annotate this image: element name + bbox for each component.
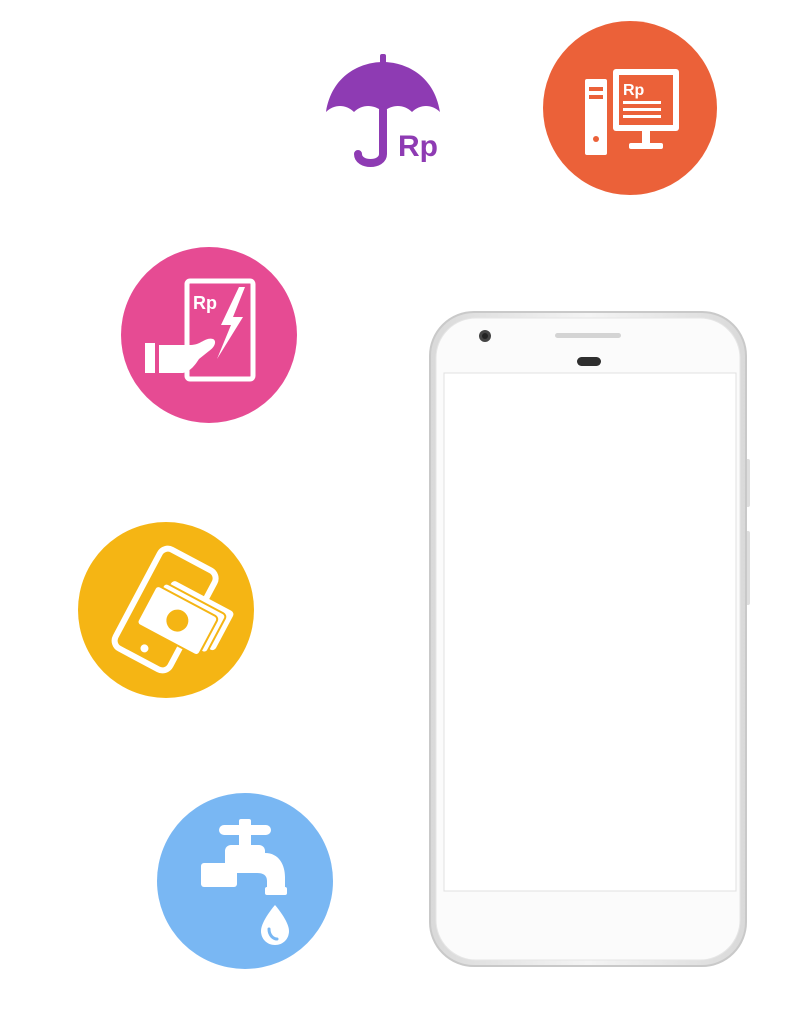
phone-screen [443,372,737,892]
water-tap-icon [157,793,333,969]
insurance-rp-label: Rp [398,130,438,163]
insurance-umbrella-icon: Rp [322,52,448,174]
electricity-rp-label: Rp [193,293,217,313]
internet-rp-label: Rp [623,82,645,99]
smartphone-mockup [427,309,753,969]
electricity-bill-icon: Rp [121,247,297,423]
internet-bill-icon: Rp [543,21,717,195]
mobile-credit-icon [78,522,254,698]
